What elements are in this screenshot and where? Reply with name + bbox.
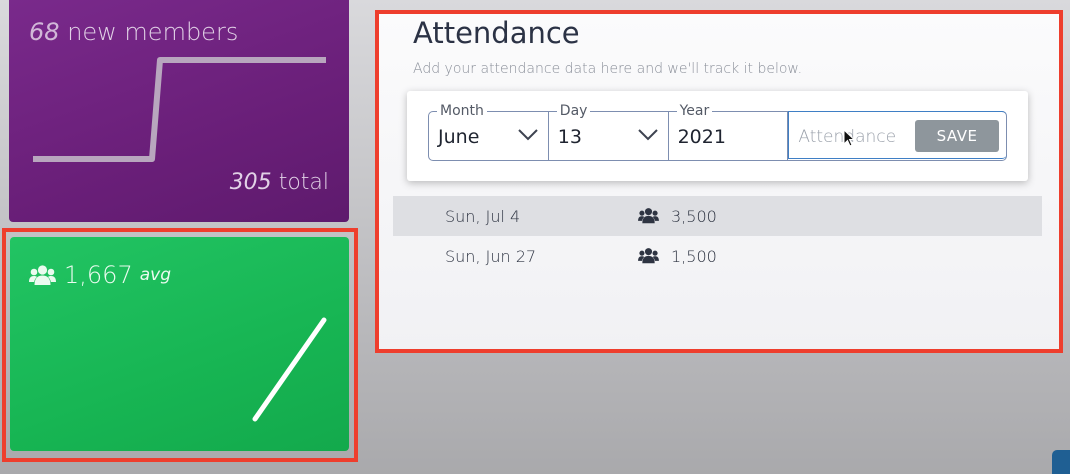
attendance-panel: Attendance Add your attendance data here… — [379, 14, 1059, 349]
total-members: 305 total — [230, 170, 329, 195]
attendance-title: Attendance — [413, 16, 580, 50]
month-value: June — [438, 126, 480, 148]
avg-value: 1,667 — [64, 261, 133, 289]
users-icon — [29, 265, 56, 285]
attendance-form: Month June Day 13 Year 2021 Attendance S… — [428, 102, 1008, 161]
total-members-label: total — [278, 170, 329, 195]
chevron-down-icon — [637, 129, 658, 141]
day-value: 13 — [557, 126, 582, 148]
day-label: Day — [556, 102, 591, 120]
mouse-cursor-icon — [843, 129, 856, 147]
total-members-count: 305 — [229, 170, 272, 195]
record-count: 3,500 — [671, 206, 717, 226]
new-members-card[interactable]: 68 new members 305 total — [9, 0, 349, 222]
chevron-down-icon — [518, 129, 538, 141]
average-attendance-card[interactable]: 1,667 avg — [10, 237, 349, 451]
record-count: 1,500 — [671, 246, 717, 266]
attendance-field[interactable]: SAVE — [788, 111, 1008, 159]
year-value: 2021 — [677, 126, 726, 148]
avg-row: 1,667 avg — [29, 261, 171, 289]
record-date: Sun, Jul 4 — [445, 206, 521, 226]
record-date: Sun, Jun 27 — [445, 246, 537, 266]
year-label: Year — [676, 102, 713, 120]
month-label: Month — [437, 102, 487, 120]
month-select[interactable]: Month June — [429, 102, 549, 160]
attendance-record[interactable]: Sun, Jul 4 3,500 — [393, 196, 1042, 236]
attendance-records: Sun, Jul 4 3,500 Sun, Jun 27 1,500 — [393, 196, 1042, 276]
attendance-form-card: Month June Day 13 Year 2021 Attendance S… — [407, 91, 1028, 181]
users-icon — [638, 248, 659, 264]
day-select[interactable]: Day 13 — [549, 102, 669, 160]
help-button[interactable] — [1052, 450, 1070, 474]
avg-unit: avg — [139, 265, 171, 285]
attendance-record[interactable]: Sun, Jun 27 1,500 — [393, 236, 1042, 276]
save-button[interactable]: SAVE — [915, 120, 1000, 152]
attendance-subtitle: Add your attendance data here and we'll … — [413, 61, 803, 77]
year-field[interactable]: Year 2021 — [669, 102, 789, 160]
users-icon — [638, 208, 659, 224]
